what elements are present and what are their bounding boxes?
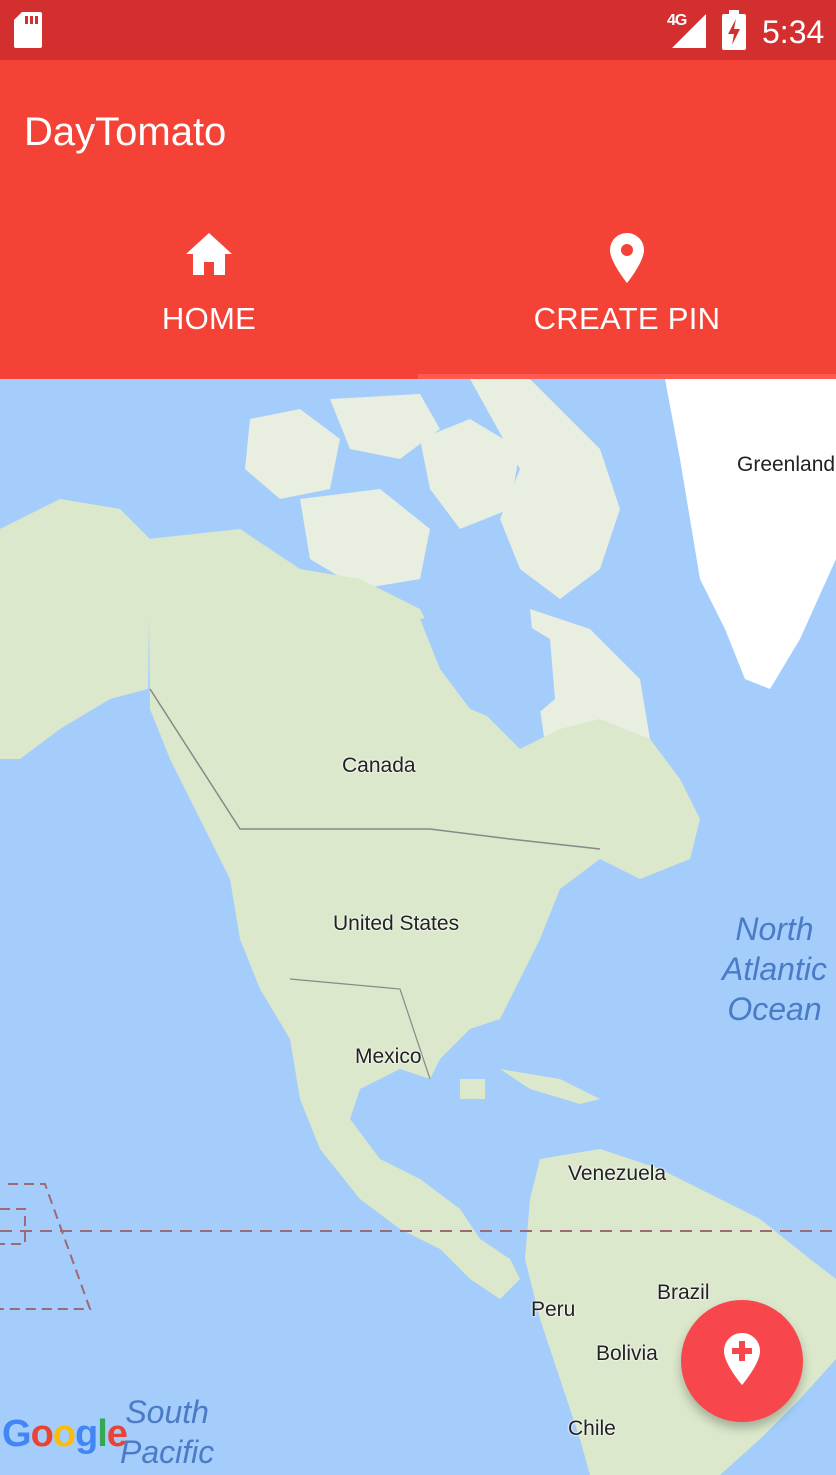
ocean-label-south-pacific: South Pacific (120, 1394, 215, 1470)
location-pin-icon (610, 233, 644, 283)
app-title: DayTomato (24, 110, 227, 154)
status-bar: 4G 5:34 (0, 0, 836, 60)
map-label-bolivia: Bolivia (596, 1342, 658, 1365)
map-label-brazil: Brazil (657, 1281, 710, 1304)
map-label-greenland: Greenland (737, 453, 836, 476)
battery-charging-icon (722, 10, 746, 55)
add-pin-fab-button[interactable] (681, 1300, 803, 1422)
map-label-chile: Chile (568, 1417, 616, 1440)
map-label-canada: Canada (342, 754, 416, 777)
google-logo[interactable]: Google (2, 1413, 128, 1456)
add-location-icon (724, 1332, 760, 1390)
tab-create-pin[interactable]: CREATE PIN (418, 225, 836, 379)
map-label-mexico: Mexico (355, 1045, 422, 1068)
map-label-united-states: United States (333, 912, 460, 935)
signal-icon (672, 14, 706, 53)
home-icon (186, 233, 232, 283)
ocean-label-north-atlantic: North Atlantic Ocean (722, 911, 827, 1027)
status-time: 5:34 (762, 14, 825, 50)
tab-create-pin-label: CREATE PIN (533, 301, 721, 336)
sd-card-icon (14, 12, 42, 53)
tab-home-label: HOME (161, 301, 257, 336)
tab-home[interactable]: HOME (0, 225, 418, 379)
map-label-peru: Peru (531, 1298, 576, 1321)
app-bar: DayTomato HOME CREATE PIN (0, 60, 836, 379)
map-label-venezuela: Venezuela (568, 1162, 667, 1185)
